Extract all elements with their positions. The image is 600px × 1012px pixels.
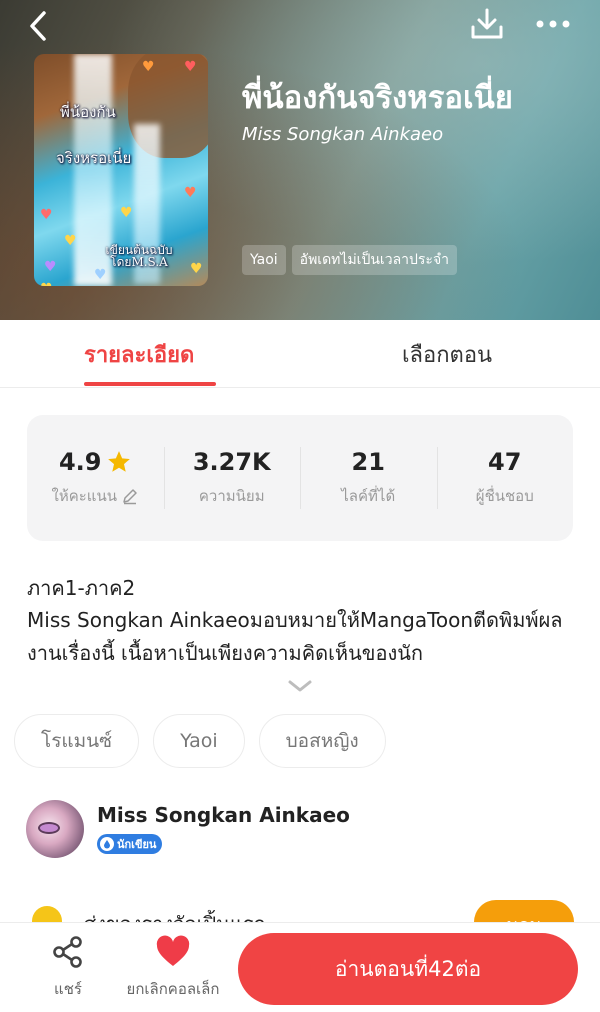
book-author: Miss Songkan Ainkaeo: [242, 124, 444, 145]
stat-likes: 21 ไลค์ที่ได้: [300, 415, 437, 541]
popularity-label: ความนิยม: [198, 487, 265, 505]
fans-label: ผู้ชื่นชอบ: [475, 487, 534, 505]
unfollow-label: ยกเลิกคอลเล็ก: [126, 980, 220, 998]
reward-button[interactable]: นอน: [474, 900, 574, 922]
rating-value: 4.9: [58, 448, 102, 476]
book-cover: พี่น้องกัน จริงหรอเนี่ย เขียนต้นฉบับ โดย…: [34, 54, 208, 286]
genre-chip-romance[interactable]: โรแมนซ์: [14, 714, 140, 768]
heart-icon: [156, 935, 190, 966]
share-icon: [53, 936, 82, 968]
writer-badge: นักเขียน: [97, 834, 163, 854]
tab-episodes[interactable]: เลือกตอน: [402, 320, 492, 388]
active-tab-indicator: [84, 382, 216, 386]
expand-description-button[interactable]: [286, 676, 314, 696]
chevron-down-icon: [288, 680, 312, 692]
back-icon: [30, 11, 46, 41]
continue-reading-button[interactable]: อ่านตอนที่42ต่อ: [238, 933, 578, 1005]
likes-value: 21: [351, 448, 385, 476]
reward-row: สุ่งของรางวัลเปิ้นแรก นอน: [0, 898, 600, 922]
edit-icon: [123, 489, 137, 505]
star-icon: [107, 451, 130, 472]
description-text: Miss Songkan Ainkaeoมอบหมายให้MangaToonต…: [27, 608, 563, 665]
download-icon: [471, 8, 503, 39]
stats-panel: 4.9 ให้คะแนน 3.27K ความนิยม 21 ไลค์ที่ได…: [27, 415, 573, 541]
stat-fans: 47 ผู้ชื่นชอบ: [436, 415, 574, 541]
back-button[interactable]: [18, 6, 58, 46]
tag-update-status: อัพเดทไม่เป็นเวลาประจำ: [291, 245, 458, 275]
likes-label: ไลค์ที่ได้: [341, 487, 396, 505]
unfollow-button[interactable]: ยกเลิกคอลเล็ก: [112, 935, 234, 1005]
popularity-value: 3.27K: [192, 448, 271, 476]
bottom-action-bar: แชร์ ยกเลิกคอลเล็ก อ่านตอนที่42ต่อ: [0, 922, 600, 1012]
header-tags: Yaoi อัพเดทไม่เป็นเวลาประจำ: [242, 245, 458, 275]
genre-chip-yaoi[interactable]: Yaoi: [153, 714, 245, 768]
more-icon: [536, 20, 570, 28]
genre-list: โรแมนซ์ Yaoi บอสหญิง: [14, 714, 386, 768]
genre-chip-female-boss[interactable]: บอสหญิง: [258, 714, 386, 768]
reward-text: สุ่งของรางวัลเปิ้นแรก: [84, 908, 266, 922]
author-avatar[interactable]: [26, 800, 84, 858]
writer-badge-label: นักเขียน: [117, 838, 157, 851]
stat-popularity: 3.27K ความนิยม: [163, 415, 301, 541]
reward-icon: [32, 906, 62, 922]
share-label: แชร์: [54, 980, 82, 998]
stat-rating[interactable]: 4.9 ให้คะแนน: [27, 415, 164, 541]
cover-title-line2: จริงหรอเนี่ย: [56, 149, 132, 167]
rating-label: ให้คะแนน: [51, 487, 117, 505]
description-heading: ภาค1-ภาค2: [27, 576, 136, 600]
author-name[interactable]: Miss Songkan Ainkaeo: [97, 803, 350, 827]
book-title: พี่น้องกันจริงหรอเนี่ย: [242, 80, 513, 116]
cover-title-line1: พี่น้องกัน: [60, 103, 116, 121]
fans-value: 47: [488, 448, 522, 476]
cover-credit: เขียนต้นฉบับ โดยM.S.A: [105, 243, 173, 269]
more-button[interactable]: [530, 6, 576, 42]
badge-icon: [100, 837, 114, 851]
download-button[interactable]: [466, 4, 508, 44]
tab-details[interactable]: รายละเอียด: [84, 320, 194, 388]
book-header: พี่น้องกัน จริงหรอเนี่ย เขียนต้นฉบับ โดย…: [0, 0, 600, 320]
share-button[interactable]: แชร์: [28, 935, 108, 1005]
tag-genre: Yaoi: [242, 245, 286, 275]
tab-bar: รายละเอียด เลือกตอน: [0, 320, 600, 388]
